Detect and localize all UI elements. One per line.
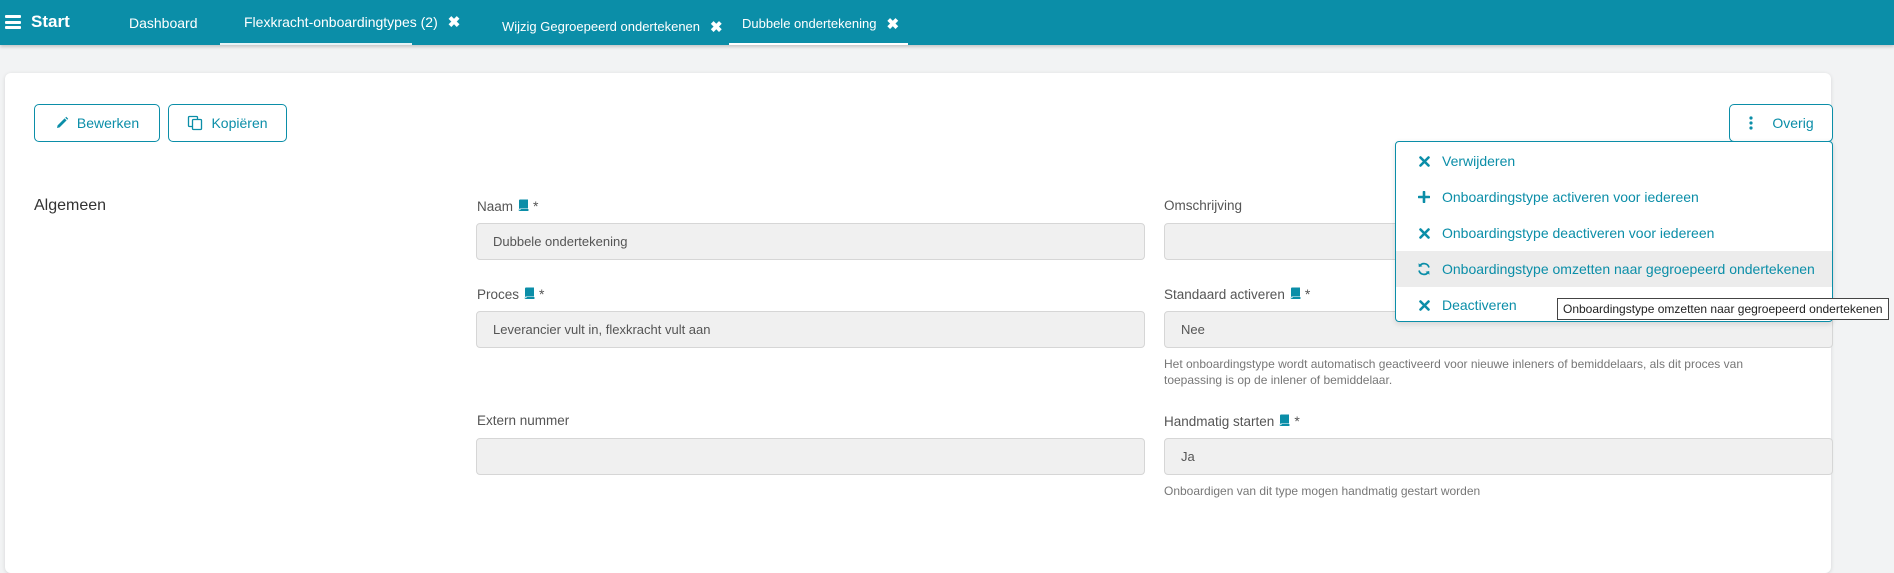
tab-label: Flexkracht-onboardingtypes (2) [244, 13, 438, 30]
standaard-activeren-value: Nee [1181, 322, 1205, 337]
required-marker: * [1294, 413, 1300, 429]
handmatig-starten-value: Ja [1181, 449, 1195, 464]
menu-item-tooltip: Onboardingstype omzetten naar gegroepeer… [1557, 298, 1889, 320]
menu-item-label: Verwijderen [1442, 153, 1516, 169]
start-label: Start [31, 12, 70, 31]
section-title: Algemeen [34, 197, 107, 214]
more-button-label: Overig [1772, 115, 1814, 131]
times-icon [1414, 227, 1434, 239]
menu-item-verwijderen[interactable]: Verwijderen [1396, 143, 1832, 179]
required-marker: * [539, 286, 545, 302]
copy-button[interactable]: Kopiëren [168, 104, 287, 142]
naam-field[interactable]: Dubbele ondertekening [476, 223, 1145, 260]
tab-flexkracht-onboardingtypes[interactable]: Flexkracht-onboardingtypes (2) ✖ [220, 0, 460, 45]
proces-label-text: Proces [477, 286, 520, 302]
tab-wijzig-gegroepeerd-ondertekenen[interactable]: Wijzig Gegroepeerd ondertekenen ✖ [502, 4, 723, 49]
book-icon[interactable] [1279, 414, 1290, 429]
required-marker: * [1304, 286, 1311, 302]
standaard-activeren-label: Standaard activeren * [1164, 286, 1310, 302]
omschrijving-label-text: Omschrijving [1164, 198, 1243, 213]
tab-label: Wijzig Gegroepeerd ondertekenen [502, 19, 701, 34]
handmatig-starten-label: Handmatig starten * [1164, 413, 1300, 429]
extern-nummer-label-text: Extern nummer [477, 413, 570, 428]
vertical-ellipsis-icon [1748, 116, 1754, 130]
proces-value: Leverancier vult in, flexkracht vult aan [493, 322, 711, 337]
plus-icon [1414, 191, 1434, 203]
required-marker: * [533, 198, 539, 214]
times-icon [1414, 155, 1434, 167]
menu-item-label: Deactiveren [1442, 297, 1517, 313]
naam-value: Dubbele ondertekening [493, 234, 628, 249]
copy-icon [187, 115, 203, 131]
close-icon[interactable]: ✖ [886, 15, 899, 33]
start-menu-button[interactable]: Start [5, 10, 70, 34]
close-icon[interactable]: ✖ [710, 18, 723, 36]
top-navigation-bar: Start Dashboard Flexkracht-onboardingtyp… [0, 0, 1894, 45]
close-icon[interactable]: ✖ [448, 13, 461, 31]
times-icon [1414, 299, 1434, 311]
standaard-activeren-help: Het onboardingstype wordt automatisch ge… [1164, 357, 1743, 387]
tab-label: Dashboard [129, 14, 198, 31]
edit-button-label: Bewerken [76, 115, 140, 131]
refresh-icon [1414, 262, 1434, 276]
tab-dubbele-ondertekening[interactable]: Dubbele ondertekening ✖ [729, 4, 908, 45]
proces-label: Proces * [477, 286, 544, 302]
proces-field[interactable]: Leverancier vult in, flexkracht vult aan [476, 311, 1145, 348]
extern-nummer-label: Extern nummer [477, 413, 569, 428]
menu-item-label: Onboardingstype omzetten naar gegroepeer… [1442, 261, 1815, 277]
naam-label: Naam * [477, 198, 538, 214]
copy-button-label: Kopiëren [211, 115, 268, 131]
naam-label-text: Naam [477, 198, 514, 214]
omschrijving-label: Omschrijving [1164, 198, 1242, 213]
menu-item-label: Onboardingstype deactiveren voor iederee… [1442, 225, 1715, 241]
pencil-icon [55, 116, 69, 130]
tab-label: Dubbele ondertekening [742, 16, 877, 31]
extern-nummer-field[interactable] [476, 438, 1145, 475]
book-icon[interactable] [524, 287, 535, 302]
book-icon[interactable] [1290, 287, 1301, 302]
tab-dashboard[interactable]: Dashboard [129, 0, 198, 45]
handmatig-starten-help: Onboardigen van dit type mogen handmatig… [1164, 484, 1481, 498]
more-dropdown-menu: Verwijderen Onboardingstype activeren vo… [1395, 141, 1833, 322]
standaard-activeren-label-text: Standaard activeren [1164, 286, 1285, 302]
menu-item-activeren-voor-iedereen[interactable]: Onboardingstype activeren voor iedereen [1396, 179, 1832, 215]
menu-item-omzetten-gegroepeerd[interactable]: Onboardingstype omzetten naar gegroepeer… [1396, 251, 1832, 287]
edit-button[interactable]: Bewerken [34, 104, 160, 142]
hamburger-icon [5, 15, 21, 29]
handmatig-starten-field[interactable]: Ja [1164, 438, 1833, 475]
menu-item-deactiveren-voor-iedereen[interactable]: Onboardingstype deactiveren voor iederee… [1396, 215, 1832, 251]
book-icon[interactable] [518, 199, 529, 214]
handmatig-starten-label-text: Handmatig starten [1164, 413, 1275, 429]
more-button[interactable]: Overig [1729, 104, 1833, 142]
menu-item-label: Onboardingstype activeren voor iedereen [1442, 189, 1699, 205]
